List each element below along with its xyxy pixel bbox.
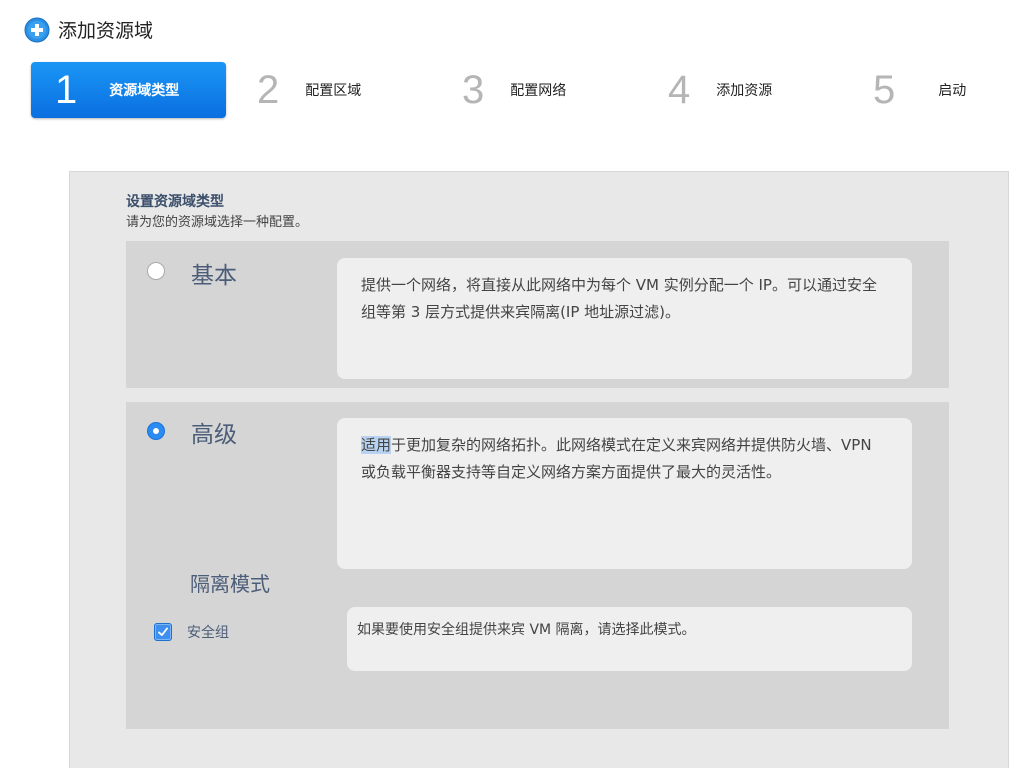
step-label: 添加资源 [716,83,773,99]
basic-radio[interactable] [147,262,165,280]
step-add-resources[interactable]: 4 添加资源 [668,62,772,118]
wizard-title: 添加资源域 [58,20,154,42]
highlighted-text: 适用 [361,436,392,454]
step-label: 配置区域 [305,83,362,99]
step-number: 2 [257,68,280,112]
step-label: 启动 [938,83,967,99]
option-advanced[interactable]: 高级 适用于更加复杂的网络拓扑。此网络模式在定义来宾网络并提供防火墙、VPN 或… [126,402,949,729]
option-basic-description: 提供一个网络，将直接从此网络中为每个 VM 实例分配一个 IP。可以通过安全组等… [337,258,912,379]
step-setup-zone[interactable]: 2 配置区域 [257,62,361,118]
section-title: 设置资源域类型 [126,194,224,210]
step-zone-type[interactable]: 1 资源域类型 [31,62,226,118]
option-basic-title: 基本 [191,263,237,289]
step-launch[interactable]: 5 启动 [873,62,966,118]
add-zone-wizard: 添加资源域 1 资源域类型 2 配置区域 3 配置网络 4 添加资源 5 启动 … [0,0,1014,768]
check-icon [158,627,168,636]
wizard-header: 添加资源域 [24,16,153,43]
add-circle-icon [24,17,50,42]
option-advanced-title: 高级 [191,422,237,448]
wizard-steps: 1 资源域类型 2 配置区域 3 配置网络 4 添加资源 5 启动 [31,62,1006,118]
option-advanced-description: 适用于更加复杂的网络拓扑。此网络模式在定义来宾网络并提供防火墙、VPN 或负载平… [337,418,912,569]
step-number: 5 [873,68,896,112]
step-label: 资源域类型 [109,83,180,99]
security-group-checkbox[interactable] [154,623,172,641]
step-label: 配置网络 [510,83,567,99]
zone-type-panel: 设置资源域类型 请为您的资源域选择一种配置。 基本 提供一个网络，将直接从此网络… [69,171,1009,768]
step-setup-network[interactable]: 3 配置网络 [462,62,566,118]
description-text: 于更加复杂的网络拓扑。此网络模式在定义来宾网络并提供防火墙、VPN 或负载平衡器… [361,436,872,481]
security-group-label: 安全组 [187,625,229,641]
section-subtitle: 请为您的资源域选择一种配置。 [126,215,309,230]
isolation-mode-title: 隔离模式 [190,572,270,596]
step-number: 1 [55,68,78,112]
advanced-radio[interactable] [147,422,165,440]
step-number: 4 [668,68,691,112]
option-basic[interactable]: 基本 提供一个网络，将直接从此网络中为每个 VM 实例分配一个 IP。可以通过安… [126,241,949,388]
security-group-description: 如果要使用安全组提供来宾 VM 隔离，请选择此模式。 [347,607,912,671]
step-number: 3 [462,68,485,112]
